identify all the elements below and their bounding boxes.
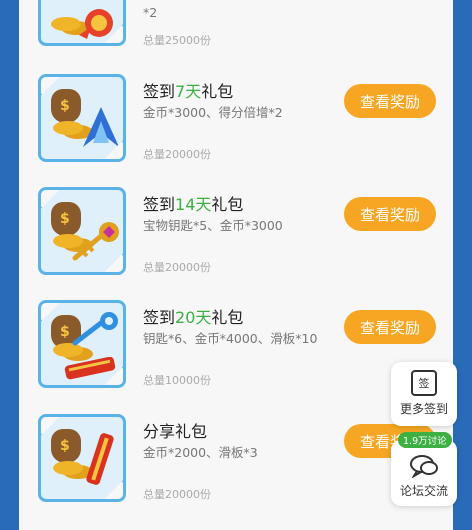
gift-total: 总量20000份 [143, 261, 211, 274]
calendar-icon: 签 [411, 370, 437, 396]
view-reward-button[interactable]: 查看奖励 [344, 197, 436, 231]
list-item: 签到20天礼包 钥匙*6、金币*4000、滑板*10 总量10000份 查看奖励 [19, 300, 453, 414]
view-reward-button[interactable]: 查看奖励 [344, 84, 436, 118]
gift-title: 签到14天礼包 [143, 195, 244, 214]
gift-list-panel: *2 总量25000份 签到7天礼包 金币*3000、得分倍增*2 总量2000… [19, 0, 453, 530]
chat-bubble-icon [410, 455, 438, 478]
gift-description: 钥匙*6、金币*4000、滑板*10 [143, 331, 318, 346]
gift-total: 总量20000份 [143, 488, 211, 501]
gift-total: 总量25000份 [143, 34, 211, 47]
list-item: *2 总量25000份 [19, 0, 453, 72]
gift-thumbnail [38, 414, 126, 502]
list-item: 签到7天礼包 金币*3000、得分倍增*2 总量20000份 查看奖励 [19, 74, 453, 188]
more-signin-label: 更多签到 [399, 402, 448, 416]
forum-button[interactable]: 论坛交流 [391, 440, 457, 506]
key-icon [72, 312, 118, 346]
skateboard-icon [86, 433, 114, 485]
key-icon [72, 222, 119, 261]
gift-thumbnail [38, 187, 126, 275]
discussion-count-badge: 1.9万讨论 [398, 432, 452, 448]
list-item: 签到14天礼包 宝物钥匙*5、金币*3000 总量20000份 查看奖励 [19, 187, 453, 301]
money-bag-icon [51, 89, 81, 123]
skateboard-icon [64, 357, 116, 380]
coin-icon [53, 461, 83, 475]
view-reward-button[interactable]: 查看奖励 [344, 310, 436, 344]
more-signin-button[interactable]: 签 更多签到 [391, 362, 457, 426]
gift-total: 总量10000份 [143, 374, 211, 387]
gift-thumbnail [38, 300, 126, 388]
gift-description: *2 [143, 5, 158, 20]
gift-thumbnail [38, 0, 126, 46]
gift-title: 分享礼包 [143, 422, 208, 441]
gift-title: 签到20天礼包 [143, 308, 244, 327]
gift-description: 金币*2000、滑板*3 [143, 445, 258, 460]
money-bag-icon [51, 429, 81, 463]
gift-description: 金币*3000、得分倍增*2 [143, 105, 283, 120]
gift-description: 宝物钥匙*5、金币*3000 [143, 218, 283, 233]
gift-title: 签到7天礼包 [143, 82, 234, 101]
speed-icon [79, 9, 113, 39]
gift-total: 总量20000份 [143, 148, 211, 161]
multiplier-icon [83, 107, 119, 147]
gift-thumbnail [38, 74, 126, 162]
list-item: 分享礼包 金币*2000、滑板*3 总量20000份 查看奖励 [19, 414, 453, 528]
forum-label: 论坛交流 [399, 484, 448, 498]
